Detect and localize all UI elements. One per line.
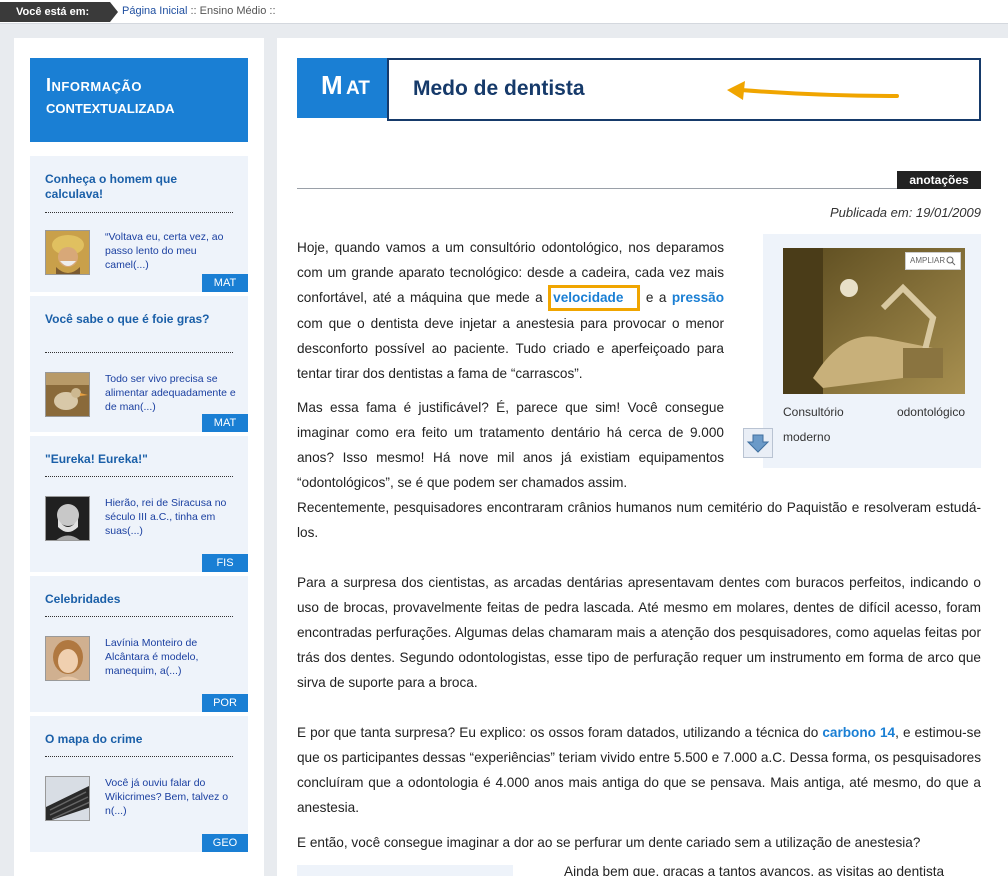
card-divider	[45, 616, 233, 617]
statue-bust-icon[interactable]	[45, 496, 90, 541]
sidebar: Informação contextualizada Conheça o hom…	[14, 38, 264, 876]
sidebar-header-line1: Informação	[46, 75, 142, 95]
notes-tab[interactable]: anotações	[897, 171, 981, 189]
download-arrow-icon	[746, 434, 770, 453]
turban-man-icon[interactable]	[45, 230, 90, 275]
subject-badge: M AT	[297, 58, 387, 118]
card-title[interactable]: Conheça o homem que calculava!	[45, 172, 235, 202]
sidebar-header-line2: contextualizada	[46, 97, 175, 117]
subject-badge-rest: AT	[346, 78, 370, 99]
card-title[interactable]: Você sabe o que é foie gras?	[45, 312, 235, 327]
enlarge-label: AMPLIAR	[910, 256, 946, 265]
sidebar-card[interactable]: Conheça o homem que calculava! “Voltava …	[30, 156, 248, 292]
photo-caption-line2: moderno	[783, 430, 831, 444]
breadcrumb-label: Você está em:	[0, 2, 118, 22]
bottom-box	[297, 865, 513, 876]
paragraph: E por que tanta surpresa? Eu explico: os…	[297, 720, 981, 820]
card-subject-tag[interactable]: FIS	[202, 554, 248, 572]
card-text[interactable]: Lavínia Monteiro de Alcântara é modelo, …	[105, 636, 240, 678]
paragraph: E então, você consegue imaginar a dor ao…	[297, 835, 921, 850]
card-subject-tag[interactable]: MAT	[202, 414, 248, 432]
card-subject-tag[interactable]: POR	[202, 694, 248, 712]
title-box: Medo de dentista	[387, 58, 981, 121]
keyboard-icon[interactable]	[45, 776, 90, 821]
paragraph-partial: Ainda bem que, graças a tantos avanços, …	[564, 864, 945, 876]
sidebar-card[interactable]: O mapa do crime Você já ouviu falar do W…	[30, 716, 248, 852]
breadcrumb-separator: ::	[187, 5, 200, 17]
velocidade-highlight[interactable]: velocidade	[548, 285, 641, 311]
paragraph: Recentemente, pesquisadores encontraram …	[297, 500, 981, 540]
sidebar-card[interactable]: "Eureka! Eureka!" Hierão, rei de Siracus…	[30, 436, 248, 572]
notes-divider	[297, 188, 981, 189]
card-text[interactable]: Hierão, rei de Siracusa no século III a.…	[105, 496, 240, 538]
card-text[interactable]: “Voltava eu, certa vez, ao passo lento d…	[105, 230, 240, 272]
keyword-link[interactable]: velocidade	[553, 290, 623, 305]
magnifier-icon	[946, 256, 956, 266]
photo-panel: AMPLIAR Consultório odontológico moderno	[763, 234, 981, 468]
paragraph: Mas essa fama é justificável? É, parece …	[297, 400, 724, 490]
article-panel: M AT Medo de dentista anotações Publicad…	[277, 38, 1008, 876]
paragraph: Hoje, quando vamos a um consultório odon…	[297, 235, 724, 386]
card-divider	[45, 756, 233, 757]
card-title[interactable]: O mapa do crime	[45, 732, 235, 747]
breadcrumb-links: Página Inicial :: Ensino Médio ::	[122, 5, 276, 17]
sidebar-card[interactable]: Você sabe o que é foie gras? Todo ser vi…	[30, 296, 248, 432]
card-title[interactable]: "Eureka! Eureka!"	[45, 452, 235, 467]
card-divider	[45, 212, 233, 213]
card-subject-tag[interactable]: MAT	[202, 274, 248, 292]
card-divider	[45, 352, 233, 353]
dentist-office-photo[interactable]: AMPLIAR	[783, 248, 965, 394]
enlarge-button[interactable]: AMPLIAR	[905, 252, 961, 270]
card-text[interactable]: Você já ouviu falar do Wikicrimes? Bem, …	[105, 776, 240, 818]
breadcrumb-separator: ::	[266, 5, 276, 17]
download-button[interactable]	[743, 428, 773, 458]
photo-caption: Consultório odontológico	[783, 405, 965, 419]
keyword-link[interactable]: carbono 14	[822, 725, 895, 740]
paragraph-text: E por que tanta surpresa? Eu explico: os…	[297, 725, 819, 740]
breadcrumb-home-link[interactable]: Página Inicial	[122, 5, 187, 17]
arrow-icon	[727, 81, 899, 100]
sidebar-header: Informação contextualizada	[30, 58, 248, 142]
keyword-link[interactable]: pressão	[672, 290, 724, 305]
card-divider	[45, 476, 233, 477]
card-text[interactable]: Todo ser vivo precisa se alimentar adequ…	[105, 372, 240, 414]
breadcrumb: Você está em: Página Inicial :: Ensino M…	[0, 0, 1008, 24]
publication-date: Publicada em: 19/01/2009	[829, 205, 981, 220]
subject-badge-initial: M	[321, 70, 343, 100]
sidebar-card[interactable]: Celebridades Lavínia Monteiro de Alcânta…	[30, 576, 248, 712]
woman-portrait-icon[interactable]	[45, 636, 90, 681]
paragraph: Para a surpresa dos cientistas, as arcad…	[297, 575, 981, 690]
card-title[interactable]: Celebridades	[45, 592, 235, 607]
card-subject-tag[interactable]: GEO	[202, 834, 248, 852]
paragraph-text: e a	[645, 290, 667, 305]
paragraph-text: com que o dentista deve injetar a aneste…	[297, 316, 724, 381]
bird-icon[interactable]	[45, 372, 90, 417]
article-title: Medo de dentista	[413, 77, 585, 100]
breadcrumb-current: Ensino Médio	[199, 5, 267, 17]
